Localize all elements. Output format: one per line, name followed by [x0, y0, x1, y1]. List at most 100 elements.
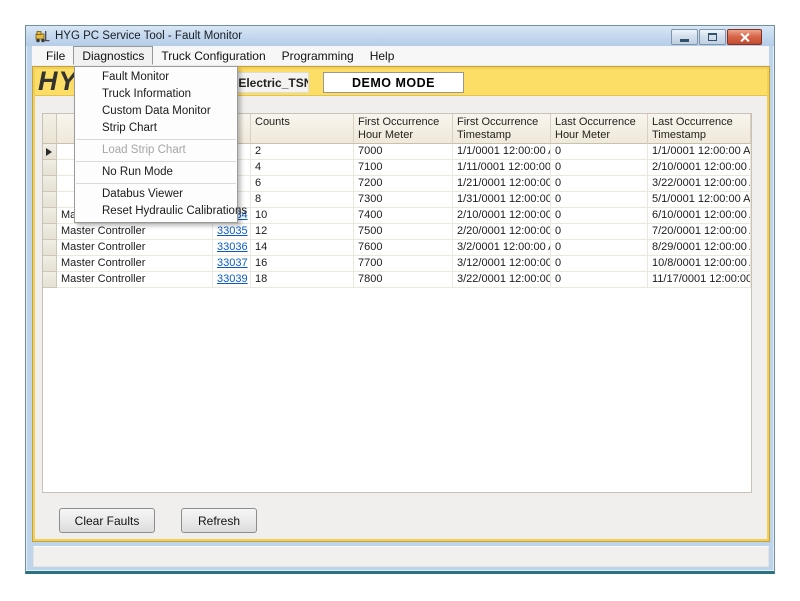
menu-item-file[interactable]: File: [38, 46, 73, 65]
cell-source[interactable]: Master Controller: [57, 224, 213, 240]
desktop: HYG PC Service Tool - Fault Monitor File…: [0, 0, 800, 601]
diagnostics-dropdown-menu: Fault MonitorTruck InformationCustom Dat…: [74, 66, 238, 223]
column-header-first_hour[interactable]: First Occurrence Hour Meter: [354, 114, 453, 144]
row-header-cell[interactable]: [43, 208, 57, 224]
dropdown-item-fault-monitor[interactable]: Fault Monitor: [75, 69, 237, 86]
cell-first_hour[interactable]: 7500: [354, 224, 453, 240]
fault-code-link[interactable]: 33036: [217, 241, 248, 253]
cell-first_hour[interactable]: 7800: [354, 272, 453, 288]
column-header-last_hour[interactable]: Last Occurrence Hour Meter: [551, 114, 648, 144]
dropdown-item-strip-chart[interactable]: Strip Chart: [75, 120, 237, 137]
table-row[interactable]: Master Controller 330371677003/12/0001 12…: [43, 256, 751, 272]
fault-code-link[interactable]: 33037: [217, 257, 248, 269]
cell-last_hour[interactable]: 0: [551, 272, 648, 288]
row-header-cell[interactable]: [43, 256, 57, 272]
cell-counts[interactable]: 12: [251, 224, 354, 240]
row-header-cell[interactable]: [43, 160, 57, 176]
dropdown-item-truck-information[interactable]: Truck Information: [75, 86, 237, 103]
maximize-icon: [708, 33, 717, 41]
demo-mode-badge: DEMO MODE: [323, 72, 464, 93]
cell-first_ts[interactable]: 1/1/0001 12:00:00 AM: [453, 144, 551, 160]
maximize-button[interactable]: [699, 29, 726, 45]
row-header-cell[interactable]: [43, 176, 57, 192]
cell-counts[interactable]: 10: [251, 208, 354, 224]
cell-last_ts[interactable]: 6/10/0001 12:00:00 AM: [648, 208, 751, 224]
column-header-first_ts[interactable]: First Occurrence Timestamp: [453, 114, 551, 144]
cell-last_ts[interactable]: 5/1/0001 12:00:00 AM: [648, 192, 751, 208]
cell-first_ts[interactable]: 1/11/0001 12:00:00 AM: [453, 160, 551, 176]
cell-last_ts[interactable]: 3/22/0001 12:00:00 AM: [648, 176, 751, 192]
column-header-counts[interactable]: Counts: [251, 114, 354, 144]
cell-last_ts[interactable]: 11/17/0001 12:00:00 AM: [648, 272, 751, 288]
cell-first_ts[interactable]: 2/20/0001 12:00:00 AM: [453, 224, 551, 240]
cell-last_hour[interactable]: 0: [551, 160, 648, 176]
cell-counts[interactable]: 18: [251, 272, 354, 288]
dropdown-item-custom-data-monitor[interactable]: Custom Data Monitor: [75, 103, 237, 120]
minimize-button[interactable]: [671, 29, 698, 45]
fault-code-link[interactable]: 33039: [217, 273, 248, 285]
cell-code[interactable]: 33039: [213, 272, 251, 288]
clear-faults-button[interactable]: Clear Faults: [59, 508, 155, 533]
cell-counts[interactable]: 6: [251, 176, 354, 192]
cell-last_hour[interactable]: 0: [551, 176, 648, 192]
fault-code-link[interactable]: 33035: [217, 225, 248, 237]
title-bar[interactable]: HYG PC Service Tool - Fault Monitor: [26, 26, 774, 46]
cell-last_hour[interactable]: 0: [551, 256, 648, 272]
cell-last_ts[interactable]: 10/8/0001 12:00:00 AM: [648, 256, 751, 272]
cell-first_hour[interactable]: 7000: [354, 144, 453, 160]
cell-first_ts[interactable]: 3/22/0001 12:00:00 AM: [453, 272, 551, 288]
cell-source[interactable]: Master Controller: [57, 240, 213, 256]
table-row[interactable]: Master Controller 330361476003/2/0001 12:…: [43, 240, 751, 256]
cell-last_hour[interactable]: 0: [551, 208, 648, 224]
cell-first_ts[interactable]: 1/31/0001 12:00:00 AM: [453, 192, 551, 208]
cell-first_hour[interactable]: 7700: [354, 256, 453, 272]
cell-counts[interactable]: 14: [251, 240, 354, 256]
close-button[interactable]: [727, 29, 762, 45]
menu-item-truck-configuration[interactable]: Truck Configuration: [153, 46, 273, 65]
cell-first_ts[interactable]: 3/2/0001 12:00:00 AM: [453, 240, 551, 256]
cell-last_ts[interactable]: 1/1/0001 12:00:00 AM: [648, 144, 751, 160]
cell-last_ts[interactable]: 8/29/0001 12:00:00 AM: [648, 240, 751, 256]
dropdown-item-reset-hydraulic-calibrations[interactable]: Reset Hydraulic Calibrations: [75, 203, 237, 220]
cell-code[interactable]: 33036: [213, 240, 251, 256]
cell-last_ts[interactable]: 2/10/0001 12:00:00 AM: [648, 160, 751, 176]
cell-counts[interactable]: 8: [251, 192, 354, 208]
row-header-cell[interactable]: [43, 144, 57, 160]
menu-item-help[interactable]: Help: [362, 46, 403, 65]
cell-last_hour[interactable]: 0: [551, 224, 648, 240]
window-title: HYG PC Service Tool - Fault Monitor: [55, 30, 242, 42]
row-header-cell[interactable]: [43, 272, 57, 288]
cell-last_hour[interactable]: 0: [551, 192, 648, 208]
cell-first_hour[interactable]: 7600: [354, 240, 453, 256]
row-header-cell[interactable]: [43, 192, 57, 208]
menu-item-diagnostics[interactable]: Diagnostics: [73, 46, 153, 65]
row-header-cell[interactable]: [43, 224, 57, 240]
cell-code[interactable]: 33037: [213, 256, 251, 272]
cell-first_ts[interactable]: 1/21/0001 12:00:00 AM: [453, 176, 551, 192]
cell-last_ts[interactable]: 7/20/0001 12:00:00 AM: [648, 224, 751, 240]
current-row-arrow-icon: [46, 148, 52, 156]
dropdown-item-no-run-mode[interactable]: No Run Mode: [75, 164, 237, 181]
cell-first_hour[interactable]: 7300: [354, 192, 453, 208]
minimize-icon: [680, 39, 689, 42]
cell-first_hour[interactable]: 7200: [354, 176, 453, 192]
cell-last_hour[interactable]: 0: [551, 144, 648, 160]
row-header-cell[interactable]: [43, 240, 57, 256]
cell-first_hour[interactable]: 7400: [354, 208, 453, 224]
cell-first_ts[interactable]: 2/10/0001 12:00:00 AM: [453, 208, 551, 224]
cell-first_ts[interactable]: 3/12/0001 12:00:00 AM: [453, 256, 551, 272]
menu-item-programming[interactable]: Programming: [274, 46, 362, 65]
cell-counts[interactable]: 2: [251, 144, 354, 160]
table-row[interactable]: Master Controller 330351275002/20/0001 12…: [43, 224, 751, 240]
column-header-last_ts[interactable]: Last Occurrence Timestamp: [648, 114, 751, 144]
dropdown-item-databus-viewer[interactable]: Databus Viewer: [75, 186, 237, 203]
cell-source[interactable]: Master Controller: [57, 256, 213, 272]
cell-counts[interactable]: 4: [251, 160, 354, 176]
cell-code[interactable]: 33035: [213, 224, 251, 240]
cell-counts[interactable]: 16: [251, 256, 354, 272]
cell-last_hour[interactable]: 0: [551, 240, 648, 256]
table-row[interactable]: Master Controller 330391878003/22/0001 12…: [43, 272, 751, 288]
cell-first_hour[interactable]: 7100: [354, 160, 453, 176]
refresh-button[interactable]: Refresh: [181, 508, 257, 533]
cell-source[interactable]: Master Controller: [57, 272, 213, 288]
